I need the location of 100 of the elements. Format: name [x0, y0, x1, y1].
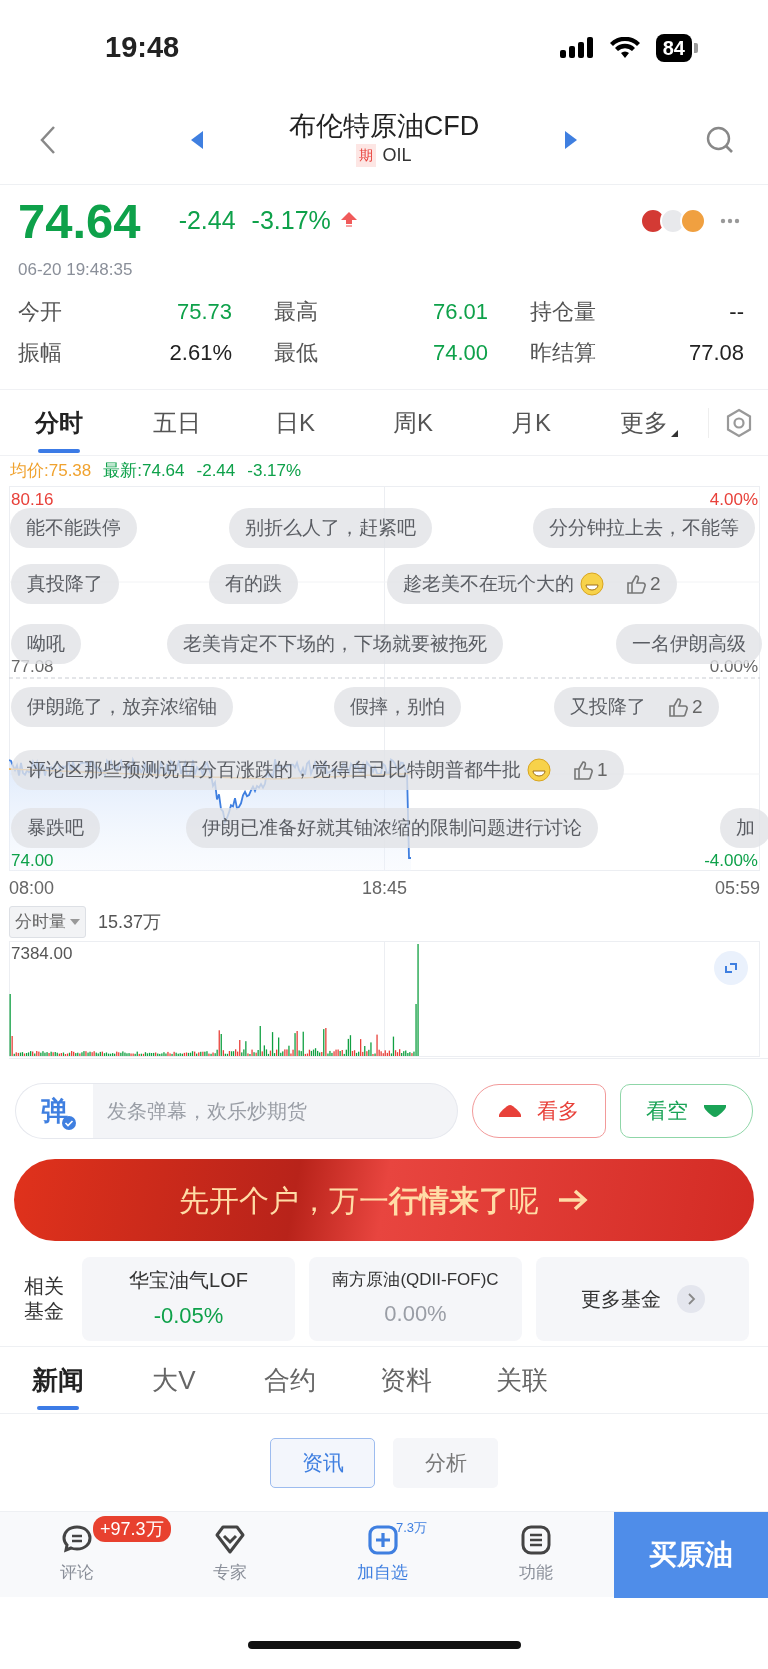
thumbs-up-icon — [668, 697, 688, 717]
arrow-icon — [557, 1189, 589, 1211]
chevron-right-icon — [676, 1284, 705, 1313]
more-icon[interactable] — [720, 218, 740, 224]
buy-button[interactable]: 买原油 — [614, 1512, 768, 1598]
back-icon[interactable] — [40, 124, 56, 155]
news-tab[interactable]: 合约 — [232, 1347, 348, 1413]
list-icon[interactable] — [519, 1524, 552, 1557]
instrument-title: 布伦特原油CFD — [288, 109, 480, 143]
signal-icon — [559, 36, 594, 59]
danmaku-text: 伊朗跪了，放弃浓缩铀 — [27, 694, 217, 719]
axis-label: -4.00% — [704, 851, 758, 870]
time-label: 08:00 — [9, 878, 55, 898]
time-label: 05:59 — [714, 878, 760, 898]
thumbs-up-icon — [573, 760, 593, 780]
like-count: 2 — [692, 694, 703, 719]
tab-label[interactable]: 功能 — [518, 1560, 553, 1586]
danmaku-text: 评论区那些预测说百分百涨跌的，觉得自己比特朗普都牛批 — [27, 757, 521, 782]
news-tab[interactable]: 大V — [116, 1347, 232, 1413]
legend-value: 均价:75.38 — [10, 460, 92, 483]
filter-tab[interactable]: 分析 — [393, 1437, 498, 1488]
like-count: 2 — [650, 571, 661, 596]
period-tab[interactable]: 更多 — [590, 389, 708, 456]
legend-value: -3.17% — [247, 460, 302, 483]
more-funds-button[interactable]: 更多基金 — [536, 1256, 749, 1341]
fund-change: 0.00% — [384, 1299, 447, 1328]
stat-label: 振幅 — [18, 339, 62, 367]
avatar — [680, 208, 706, 234]
stat-label: 持仓量 — [530, 298, 596, 326]
futures-tag: 期 — [356, 144, 377, 168]
down-triangle-icon — [704, 1105, 727, 1117]
stat-label: 昨结算 — [530, 339, 596, 367]
period-tab[interactable]: 日K — [236, 389, 354, 456]
stat-value: 76.01 — [432, 298, 488, 326]
symbol-code: OIL — [382, 144, 412, 168]
danmaku-text: 老美肯定不下场的，下场就要被拖死 — [183, 631, 487, 656]
caret-icon — [70, 919, 80, 925]
danmaku-text: 暴跌吧 — [27, 815, 84, 840]
stat-value: 2.61% — [169, 339, 232, 367]
up-triangle-icon — [498, 1105, 521, 1117]
danmaku-text: 别折么人了，赶紧吧 — [245, 515, 416, 540]
danmaku-text: 真投降了 — [27, 571, 103, 596]
fund-name: 南方原油(QDII-FOF)C — [332, 1269, 499, 1292]
bearish-button[interactable]: 看空 — [619, 1084, 753, 1138]
danmaku-text: 一名伊朗高级 — [632, 631, 746, 656]
battery-level: 84 — [655, 33, 692, 62]
axis-label: 0.00% — [709, 657, 758, 676]
period-tab[interactable]: 月K — [472, 389, 590, 456]
axis-label: 80.16 — [11, 490, 54, 509]
tab-label[interactable]: 加自选 — [357, 1560, 408, 1586]
tab-label[interactable]: 专家 — [212, 1560, 247, 1586]
axis-label: 7384.00 — [11, 944, 73, 963]
up-arrow-icon — [340, 212, 357, 230]
volume-total: 15.37万 — [98, 910, 162, 934]
fund-name: 华宝油气LOF — [129, 1268, 248, 1293]
settings-icon[interactable] — [724, 407, 753, 438]
danmaku-text: 能不能跌停 — [26, 515, 121, 540]
period-tab[interactable]: 分时 — [0, 389, 118, 456]
time-label: 18:45 — [362, 878, 407, 898]
count-badge: +97.3万 — [93, 1516, 171, 1542]
stat-label: 今开 — [18, 298, 62, 326]
danmaku-text: 又投降了 — [570, 694, 646, 719]
search-icon[interactable] — [706, 125, 734, 154]
danmaku-text: 趁老美不在玩个大的 — [403, 571, 574, 596]
danmaku-text: 有的跌 — [225, 571, 282, 596]
news-tab[interactable]: 资料 — [348, 1347, 464, 1413]
axis-label: 4.00% — [709, 490, 758, 509]
danmaku-text: 呦吼 — [27, 631, 65, 656]
legend-value: -2.44 — [196, 460, 236, 483]
period-tab[interactable]: 五日 — [118, 389, 236, 456]
stat-label: 最低 — [274, 339, 318, 367]
stat-value: 75.73 — [176, 298, 232, 326]
danmaku-text: 分分钟拉上去，不能等 — [549, 515, 739, 540]
thumbs-up-icon — [626, 574, 646, 594]
period-tab[interactable]: 周K — [354, 389, 472, 456]
news-tab[interactable]: 关联 — [464, 1347, 580, 1413]
volume-selector[interactable]: 分时量 — [9, 906, 86, 938]
stat-label: 最高 — [274, 298, 318, 326]
last-price: 74.64 — [18, 196, 141, 246]
axis-label: 74.00 — [11, 851, 54, 870]
stat-value: -- — [729, 298, 744, 326]
tab-label[interactable]: 评论 — [59, 1560, 94, 1586]
right-arrow-icon[interactable] — [565, 130, 577, 149]
news-tab[interactable]: 新闻 — [0, 1347, 116, 1413]
stat-value: 77.08 — [688, 339, 744, 367]
expand-icon[interactable] — [714, 951, 748, 985]
legend-value: 最新:74.64 — [103, 460, 185, 483]
quote-timestamp: 06-20 19:48:35 — [18, 259, 134, 281]
section-label: 相关基金 — [24, 1273, 65, 1324]
stat-value: 74.00 — [432, 339, 488, 367]
fund-card[interactable]: 华宝油气LOF -0.05% — [82, 1256, 295, 1341]
promo-banner[interactable]: 先开个户，万一行情来了呢 — [14, 1159, 754, 1241]
fund-card[interactable]: 南方原油(QDII-FOF)C 0.00% — [309, 1256, 522, 1341]
left-arrow-icon[interactable] — [191, 130, 203, 149]
filter-tab[interactable]: 资讯 — [270, 1437, 375, 1488]
caret-icon — [671, 429, 678, 437]
follower-count: 7.3万 — [396, 1519, 428, 1537]
bullish-button[interactable]: 看多 — [472, 1084, 606, 1138]
fund-change: -0.05% — [153, 1302, 224, 1330]
danmaku-text: 加 — [736, 815, 755, 840]
